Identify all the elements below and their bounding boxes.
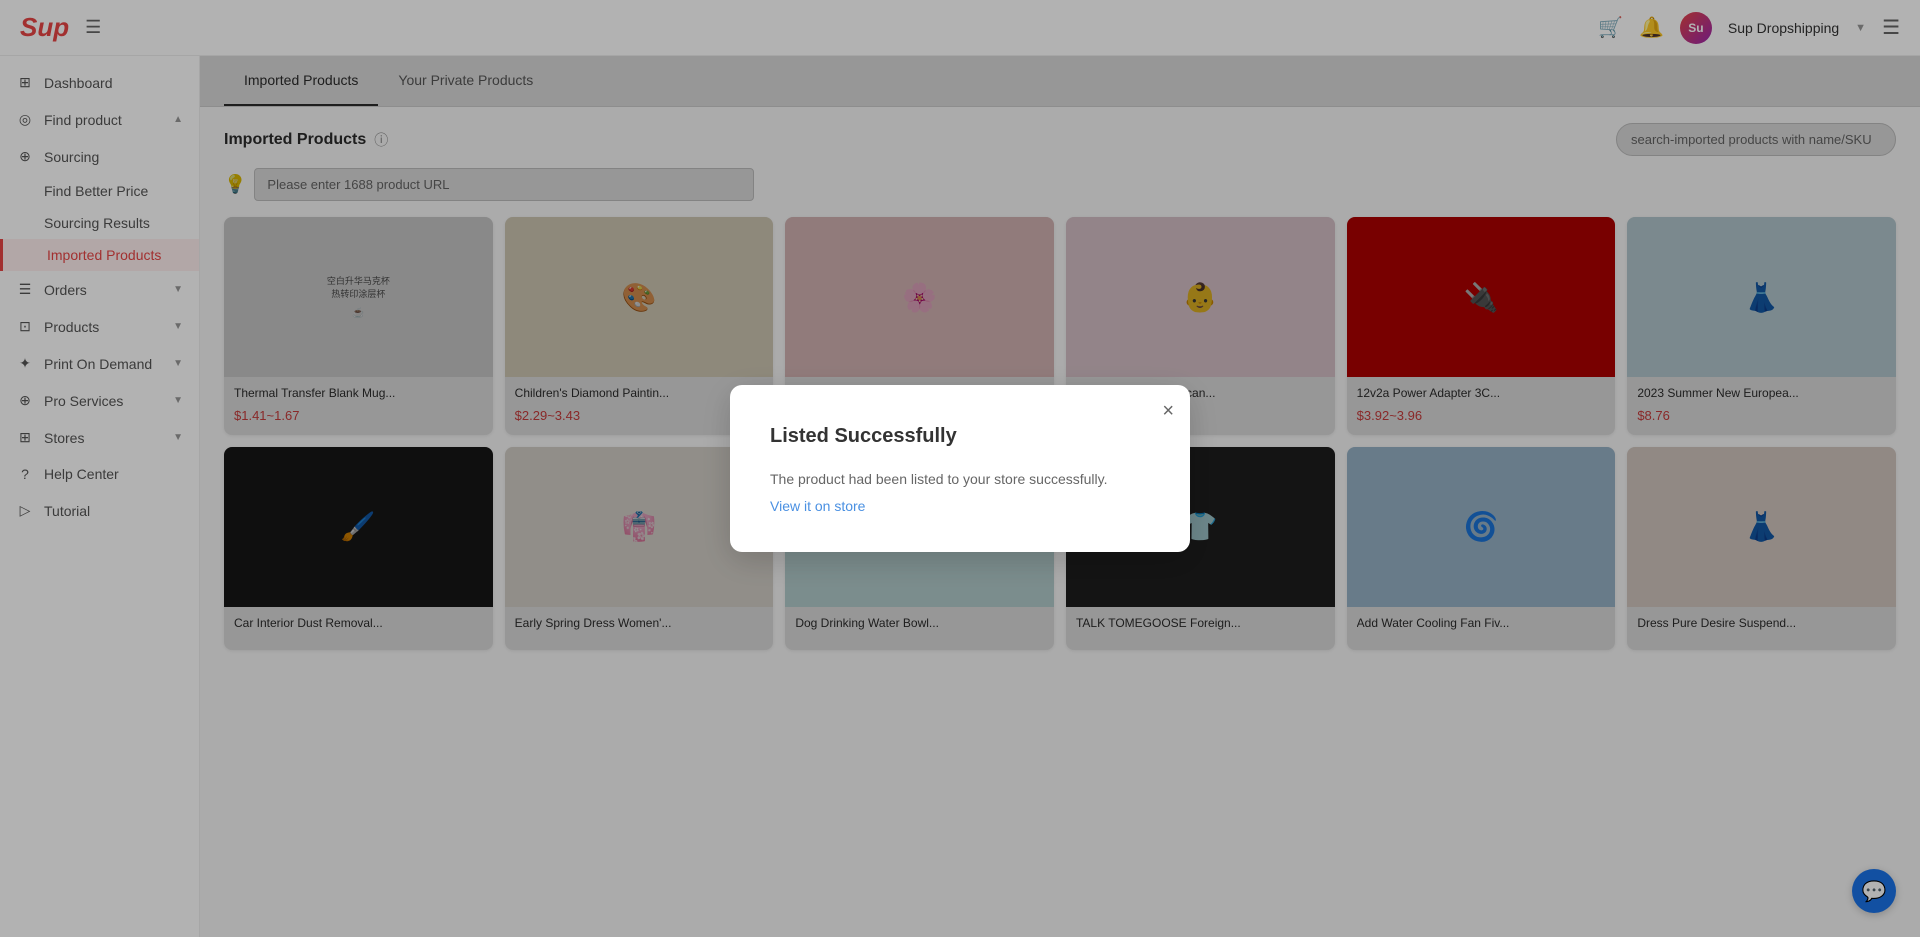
modal-message: The product had been listed to your stor…	[770, 468, 1150, 490]
modal-overlay: × Listed Successfully The product had be…	[0, 0, 1920, 937]
listed-successfully-modal: × Listed Successfully The product had be…	[730, 385, 1190, 552]
modal-close-button[interactable]: ×	[1162, 401, 1174, 421]
view-on-store-link[interactable]: View it on store	[770, 498, 865, 514]
modal-title: Listed Successfully	[770, 425, 1150, 448]
